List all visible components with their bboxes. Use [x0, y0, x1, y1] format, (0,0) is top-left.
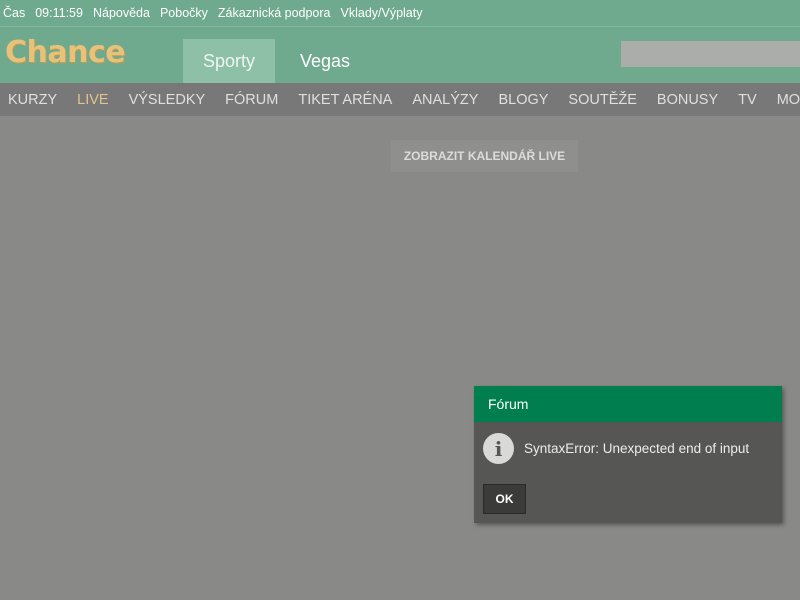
- nav-item-vysledky[interactable]: VÝSLEDKY: [119, 92, 216, 108]
- deposits-withdrawals-link[interactable]: Vklady/Výplaty: [341, 6, 423, 20]
- main-nav: KURZY LIVE VÝSLEDKY FÓRUM TIKET ARÉNA AN…: [0, 83, 800, 116]
- dialog-message: SyntaxError: Unexpected end of input: [524, 441, 750, 456]
- customer-support-link[interactable]: Zákaznická podpora: [218, 6, 331, 20]
- time-label: Čas: [3, 6, 26, 20]
- info-icon: i: [483, 433, 514, 464]
- nav-item-tv[interactable]: TV: [728, 92, 767, 108]
- help-link[interactable]: Nápověda: [93, 6, 150, 20]
- forum-dialog: Fórum i SyntaxError: Unexpected end of i…: [474, 386, 782, 523]
- nav-item-kurzy[interactable]: KURZY: [0, 92, 67, 108]
- top-utility-bar: Čas 09:11:59 Nápověda Pobočky Zákaznická…: [0, 0, 800, 27]
- header: Chance Sporty Vegas: [0, 27, 800, 83]
- tab-vegas[interactable]: Vegas: [285, 39, 365, 83]
- nav-item-mobile[interactable]: MOBILE: [767, 92, 800, 108]
- chance-logo[interactable]: Chance: [5, 35, 126, 70]
- time-value: 09:11:59: [35, 6, 83, 20]
- tab-sporty[interactable]: Sporty: [183, 39, 275, 83]
- nav-item-forum[interactable]: FÓRUM: [215, 92, 288, 108]
- ok-button[interactable]: OK: [483, 484, 526, 514]
- nav-item-souteze[interactable]: SOUTĚŽE: [558, 92, 646, 108]
- show-live-calendar-button[interactable]: ZOBRAZIT KALENDÁŘ LIVE: [391, 140, 578, 172]
- dialog-title: Fórum: [474, 386, 782, 422]
- dialog-body: i SyntaxError: Unexpected end of input: [483, 433, 749, 464]
- nav-item-tiket-arena[interactable]: TIKET ARÉNA: [288, 92, 402, 108]
- nav-item-live[interactable]: LIVE: [67, 92, 118, 108]
- branches-link[interactable]: Pobočky: [160, 6, 208, 20]
- search-input[interactable]: [621, 41, 800, 67]
- nav-item-blogy[interactable]: BLOGY: [488, 92, 558, 108]
- nav-item-bonusy[interactable]: BONUSY: [647, 92, 728, 108]
- nav-item-analyzy[interactable]: ANALÝZY: [402, 92, 488, 108]
